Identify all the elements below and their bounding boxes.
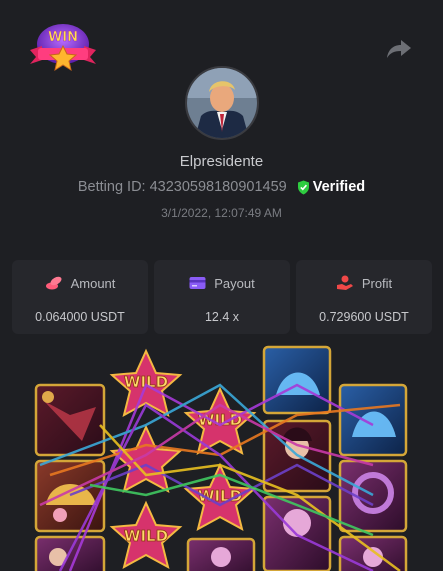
- wild-symbol-col2-row2: [109, 424, 183, 493]
- amount-label: Amount: [70, 275, 116, 291]
- win-logo: WIN: [26, 20, 100, 76]
- payout-label: Payout: [214, 275, 255, 291]
- betting-id-value: 43230598180901459: [149, 179, 287, 195]
- symbol-comb-tile: [34, 459, 106, 533]
- card-icon: [189, 277, 206, 289]
- avatar: [185, 66, 259, 140]
- profit-hand-icon: [336, 275, 353, 290]
- stats-row: Amount 0.064000 USDT Payout 12.4 x Profi…: [12, 260, 432, 334]
- amount-value: 0.064000 USDT: [35, 310, 125, 324]
- logo-text: WIN: [48, 30, 78, 45]
- verified-label: Verified: [312, 179, 366, 196]
- slot-result-board: WILD WILD WILD WILD: [0, 345, 443, 571]
- amount-card: Amount 0.064000 USDT: [12, 260, 148, 334]
- symbol-flower-tile-col3: [186, 537, 256, 571]
- share-icon[interactable]: [384, 36, 414, 62]
- symbol-bracelet-tile-col5: [338, 459, 408, 533]
- username: Elpresidente: [179, 153, 264, 170]
- symbol-lotus-tile-col4: [262, 345, 332, 415]
- wild-symbol-col2-row3: WILD: [109, 500, 183, 569]
- svg-text:WILD: WILD: [124, 527, 168, 545]
- coins-icon: [45, 276, 62, 290]
- bet-timestamp: 3/1/2022, 12:07:49 AM: [161, 206, 282, 220]
- symbol-flower-tile-col5: [338, 535, 408, 571]
- payout-value: 12.4 x: [204, 310, 240, 324]
- betting-id-label: Betting ID:: [77, 179, 146, 195]
- verified-badge: Verified: [297, 179, 365, 195]
- profit-value: 0.729600 USDT: [319, 310, 409, 324]
- shield-check-icon: [297, 180, 309, 195]
- profit-card: Profit 0.729600 USDT: [296, 260, 432, 334]
- symbol-lotus-tile-col5: [338, 383, 408, 457]
- profit-label: Profit: [361, 275, 393, 291]
- payout-card: Payout 12.4 x: [154, 260, 290, 334]
- betting-id-row: Betting ID: 43230598180901459 Verified: [0, 179, 443, 195]
